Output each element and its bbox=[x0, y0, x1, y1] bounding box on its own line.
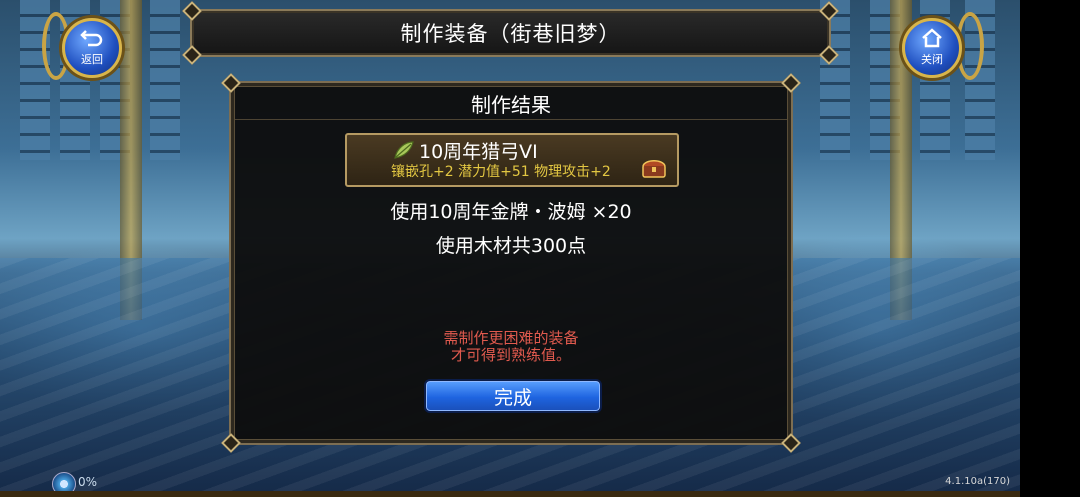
screen-edge bbox=[1020, 0, 1080, 497]
back-button[interactable]: 返回 bbox=[42, 4, 130, 86]
progress-percent: 0% bbox=[78, 475, 98, 489]
stained-window bbox=[150, 0, 180, 160]
close-button[interactable]: 关闭 bbox=[888, 4, 984, 86]
treasure-chest-icon[interactable] bbox=[641, 157, 667, 179]
proficiency-notice-line-2: 才可得到熟练值。 bbox=[450, 346, 571, 364]
version-label: 4.1.10a(170) bbox=[945, 476, 1010, 487]
item-name: 10周年猎弓VI bbox=[419, 141, 538, 163]
dialog-header: 制作结果 bbox=[235, 87, 787, 120]
page-title: 制作装备（街巷旧梦） bbox=[400, 22, 621, 46]
progress-bar bbox=[0, 491, 1020, 497]
proficiency-notice-line-1: 需制作更困难的装备 bbox=[443, 329, 579, 347]
close-button-orb[interactable]: 关闭 bbox=[902, 18, 962, 78]
close-label: 关闭 bbox=[921, 53, 943, 66]
dialog-title: 制作结果 bbox=[471, 92, 551, 117]
home-icon bbox=[922, 28, 942, 48]
result-dialog: 制作结果 10周年猎弓VI 镶嵌孔+2 潜力值+51 物理攻击+2 使用10周年… bbox=[221, 73, 801, 453]
crafted-item-card[interactable]: 10周年猎弓VI 镶嵌孔+2 潜力值+51 物理攻击+2 bbox=[345, 133, 679, 187]
title-bar: 制作装备（街巷旧梦） bbox=[182, 1, 839, 65]
back-arrow-icon bbox=[80, 30, 103, 47]
back-button-orb[interactable]: 返回 bbox=[62, 18, 122, 78]
back-label: 返回 bbox=[81, 53, 103, 66]
done-button[interactable]: 完成 bbox=[424, 379, 602, 413]
material-cost-line: 使用10周年金牌・波姆 ×20 bbox=[390, 201, 632, 223]
item-stats: 镶嵌孔+2 潜力值+51 物理攻击+2 bbox=[391, 164, 611, 180]
leaf-weapon-icon bbox=[394, 141, 414, 159]
wood-cost-line: 使用木材共300点 bbox=[435, 235, 587, 257]
